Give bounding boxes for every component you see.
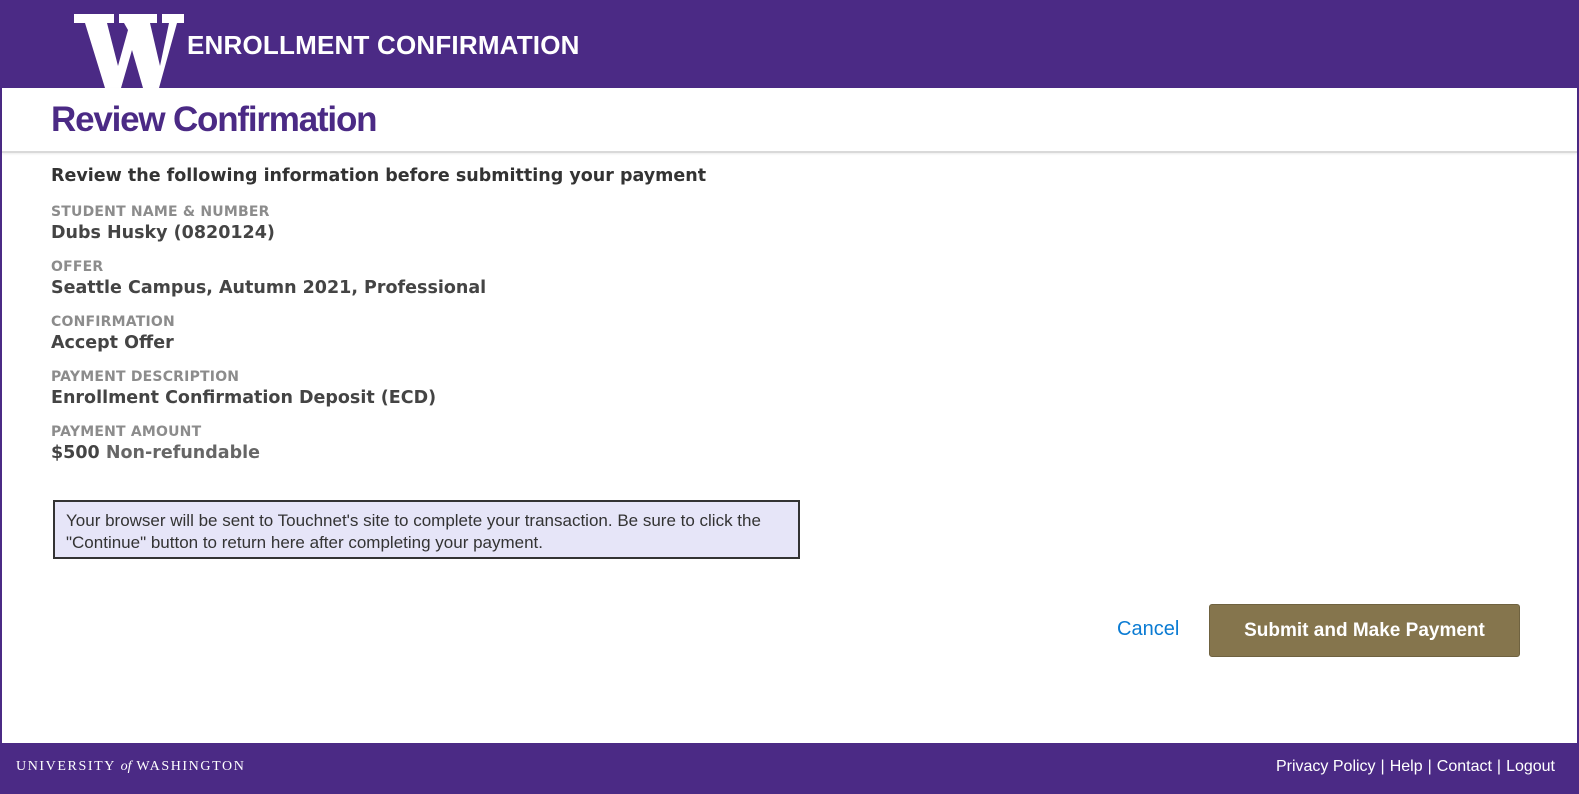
payment-amount-value: $500 Non-refundable <box>51 443 951 463</box>
wordmark-of: of <box>120 759 132 774</box>
footer-separator: | <box>1496 758 1502 775</box>
payment-description-value: Enrollment Confirmation Deposit (ECD) <box>51 388 437 408</box>
page-title-bar: Review Confirmation <box>2 88 1577 153</box>
confirmation-value: Accept Offer <box>51 333 174 353</box>
refund-note: Non-refundable <box>105 443 260 463</box>
page-title: Review Confirmation <box>51 100 378 139</box>
payment-description-label: PAYMENT DESCRIPTION <box>51 369 240 385</box>
footer-separator: | <box>1380 758 1385 775</box>
footer: UNIVERSITY of WASHINGTON Privacy Policy |… <box>0 743 1579 794</box>
payment-description-field: PAYMENT DESCRIPTION Enrollment Confirmat… <box>51 369 951 408</box>
student-value: Dubs Husky (0820124) <box>51 223 275 243</box>
cancel-button[interactable]: Cancel <box>1117 618 1179 641</box>
student-label: STUDENT NAME & NUMBER <box>51 204 270 220</box>
privacy-policy-link[interactable]: Privacy Policy <box>1276 758 1376 775</box>
payment-amount-field: PAYMENT AMOUNT $500 Non-refundable <box>51 424 951 463</box>
intro-text: Review the following information before … <box>51 166 707 186</box>
help-link[interactable]: Help <box>1390 758 1423 775</box>
top-header: ENROLLMENT CONFIRMATION <box>0 0 1579 88</box>
offer-field: OFFER Seattle Campus, Autumn 2021, Profe… <box>51 259 951 298</box>
page-frame: ENROLLMENT CONFIRMATION Review Confirmat… <box>0 0 1579 794</box>
touchnet-notice: Your browser will be sent to Touchnet's … <box>53 500 800 559</box>
logout-link[interactable]: Logout <box>1506 758 1555 775</box>
payment-amount: $500 <box>51 443 100 463</box>
payment-amount-label: PAYMENT AMOUNT <box>51 424 202 440</box>
submit-payment-button[interactable]: Submit and Make Payment <box>1209 604 1520 657</box>
wordmark-washington: WASHINGTON <box>136 759 246 774</box>
uw-w-logo <box>74 14 184 88</box>
footer-separator: | <box>1427 758 1432 775</box>
offer-value: Seattle Campus, Autumn 2021, Professiona… <box>51 278 487 298</box>
header-title: ENROLLMENT CONFIRMATION <box>187 30 580 60</box>
confirmation-field: CONFIRMATION Accept Offer <box>51 314 951 353</box>
uw-wordmark: UNIVERSITY of WASHINGTON <box>16 759 245 775</box>
contact-link[interactable]: Contact <box>1437 758 1492 775</box>
confirmation-label: CONFIRMATION <box>51 314 175 330</box>
offer-label: OFFER <box>51 259 104 275</box>
review-content: Review the following information before … <box>51 166 951 479</box>
student-field: STUDENT NAME & NUMBER Dubs Husky (082012… <box>51 204 951 243</box>
footer-links: Privacy Policy | Help | Contact | Logout <box>1276 758 1555 776</box>
wordmark-university: UNIVERSITY <box>16 759 116 774</box>
